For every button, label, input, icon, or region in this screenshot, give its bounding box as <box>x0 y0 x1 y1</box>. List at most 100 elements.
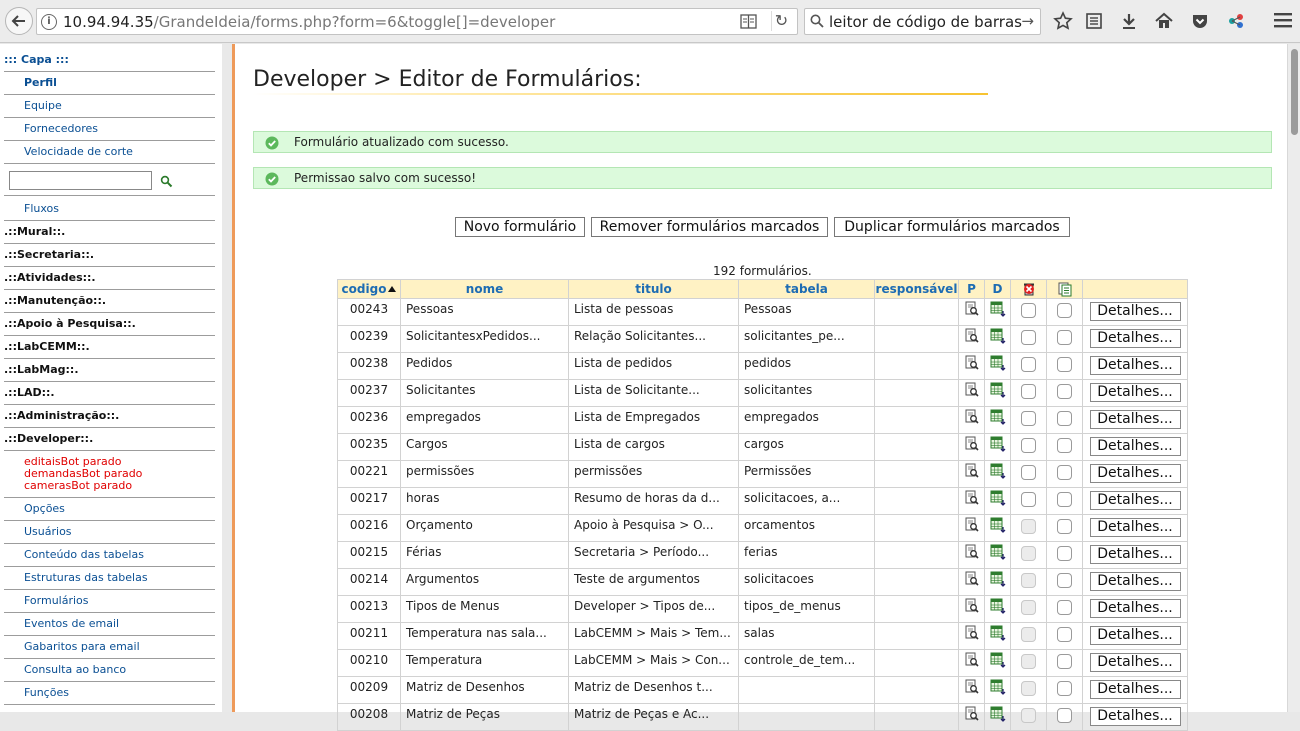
details-button[interactable]: Detalhes... <box>1089 626 1181 645</box>
details-button[interactable]: Detalhes... <box>1089 437 1181 456</box>
csv-download-icon[interactable] <box>990 409 1006 428</box>
column-header-nome[interactable]: nome <box>400 279 569 299</box>
duplicate-checkbox[interactable] <box>1057 438 1072 453</box>
nav-apoio-a-pesquisa[interactable]: .::Apoio à Pesquisa::. <box>4 313 215 336</box>
delete-checkbox[interactable] <box>1021 357 1036 372</box>
csv-download-icon[interactable] <box>990 652 1006 671</box>
details-button[interactable]: Detalhes... <box>1089 680 1181 699</box>
duplicate-checkbox[interactable] <box>1057 411 1072 426</box>
duplicate-checkbox[interactable] <box>1057 627 1072 642</box>
reader-view-icon[interactable] <box>740 14 757 29</box>
nav-opcoes[interactable]: Opções <box>4 498 215 521</box>
csv-download-icon[interactable] <box>990 706 1006 725</box>
preview-icon[interactable] <box>965 652 979 670</box>
nav-mural[interactable]: .::Mural::. <box>4 221 215 244</box>
details-button[interactable]: Detalhes... <box>1089 356 1181 375</box>
details-button[interactable]: Detalhes... <box>1089 518 1181 537</box>
reading-list-icon[interactable] <box>1084 11 1104 31</box>
pocket-icon[interactable] <box>1190 11 1210 31</box>
preview-icon[interactable] <box>965 517 979 535</box>
duplicate-checkbox[interactable] <box>1057 600 1072 615</box>
sidebar-search-input[interactable] <box>9 171 152 190</box>
url-bar[interactable]: i 10.94.94.35/GrandeIdeia/forms.php?form… <box>36 8 798 35</box>
preview-icon[interactable] <box>965 409 979 427</box>
duplicate-checkbox[interactable] <box>1057 303 1072 318</box>
bookmark-star-icon[interactable] <box>1053 11 1073 31</box>
duplicate-checkbox[interactable] <box>1057 708 1072 723</box>
nav-administracao[interactable]: .::Administração::. <box>4 405 215 428</box>
csv-download-icon[interactable] <box>990 625 1006 644</box>
extension-icon[interactable] <box>1226 11 1246 31</box>
column-header-tabela[interactable]: tabela <box>738 279 875 299</box>
nav-funcoes[interactable]: Funções <box>4 682 215 705</box>
duplicate-checkbox[interactable] <box>1057 492 1072 507</box>
csv-download-icon[interactable] <box>990 490 1006 509</box>
csv-download-icon[interactable] <box>990 571 1006 590</box>
preview-icon[interactable] <box>965 463 979 481</box>
preview-icon[interactable] <box>965 490 979 508</box>
csv-download-icon[interactable] <box>990 436 1006 455</box>
preview-icon[interactable] <box>965 598 979 616</box>
preview-icon[interactable] <box>965 301 979 319</box>
scrollbar-thumb[interactable] <box>1291 49 1298 135</box>
remove-selected-forms-button[interactable]: Remover formulários marcados <box>591 217 828 237</box>
nav-velocidade-de-corte[interactable]: Velocidade de corte <box>4 141 215 164</box>
details-button[interactable]: Detalhes... <box>1089 707 1181 726</box>
preview-icon[interactable] <box>965 571 979 589</box>
nav-fluxos[interactable]: Fluxos <box>4 198 215 221</box>
duplicate-checkbox[interactable] <box>1057 654 1072 669</box>
sidebar-search-icon[interactable] <box>160 175 173 188</box>
nav-consulta-ao-banco[interactable]: Consulta ao banco <box>4 659 215 682</box>
csv-download-icon[interactable] <box>990 301 1006 320</box>
csv-download-icon[interactable] <box>990 517 1006 536</box>
nav-secretaria[interactable]: .::Secretaria::. <box>4 244 215 267</box>
nav-lad[interactable]: .::LAD::. <box>4 382 215 405</box>
nav-gabaritos-para-email[interactable]: Gabaritos para email <box>4 636 215 659</box>
preview-icon[interactable] <box>965 625 979 643</box>
preview-icon[interactable] <box>965 355 979 373</box>
delete-checkbox[interactable] <box>1021 465 1036 480</box>
preview-icon[interactable] <box>965 382 979 400</box>
details-button[interactable]: Detalhes... <box>1089 572 1181 591</box>
details-button[interactable]: Detalhes... <box>1089 464 1181 483</box>
nav-usuarios[interactable]: Usuários <box>4 521 215 544</box>
nav-atividades[interactable]: .::Atividades::. <box>4 267 215 290</box>
csv-download-icon[interactable] <box>990 679 1006 698</box>
duplicate-checkbox[interactable] <box>1057 384 1072 399</box>
duplicate-checkbox[interactable] <box>1057 681 1072 696</box>
csv-download-icon[interactable] <box>990 598 1006 617</box>
details-button[interactable]: Detalhes... <box>1089 302 1181 321</box>
column-header-d[interactable]: D <box>984 279 1011 299</box>
delete-checkbox[interactable] <box>1021 438 1036 453</box>
csv-download-icon[interactable] <box>990 355 1006 374</box>
details-button[interactable]: Detalhes... <box>1089 653 1181 672</box>
preview-icon[interactable] <box>965 436 979 454</box>
csv-download-icon[interactable] <box>990 382 1006 401</box>
nav-conteudo-das-tabelas[interactable]: Conteúdo das tabelas <box>4 544 215 567</box>
duplicate-checkbox[interactable] <box>1057 573 1072 588</box>
preview-icon[interactable] <box>965 328 979 346</box>
nav-fornecedores[interactable]: Fornecedores <box>4 118 215 141</box>
preview-icon[interactable] <box>965 679 979 697</box>
details-button[interactable]: Detalhes... <box>1089 329 1181 348</box>
nav-labcemm[interactable]: .::LabCEMM::. <box>4 336 215 359</box>
duplicate-checkbox[interactable] <box>1057 519 1072 534</box>
duplicate-checkbox[interactable] <box>1057 546 1072 561</box>
back-button[interactable] <box>5 7 33 35</box>
details-button[interactable]: Detalhes... <box>1089 545 1181 564</box>
duplicate-checkbox[interactable] <box>1057 330 1072 345</box>
preview-icon[interactable] <box>965 544 979 562</box>
duplicate-checkbox[interactable] <box>1057 357 1072 372</box>
delete-checkbox[interactable] <box>1021 384 1036 399</box>
csv-download-icon[interactable] <box>990 463 1006 482</box>
search-bar[interactable]: leitor de código de barras → <box>804 8 1041 35</box>
details-button[interactable]: Detalhes... <box>1089 599 1181 618</box>
column-header-responsavel[interactable]: responsável <box>874 279 959 299</box>
delete-checkbox[interactable] <box>1021 492 1036 507</box>
download-icon[interactable] <box>1119 11 1139 31</box>
nav-equipe[interactable]: Equipe <box>4 95 215 118</box>
delete-checkbox[interactable] <box>1021 411 1036 426</box>
site-info-icon[interactable]: i <box>41 14 57 30</box>
duplicate-selected-forms-button[interactable]: Duplicar formulários marcados <box>834 217 1070 237</box>
nav-labmag[interactable]: .::LabMag::. <box>4 359 215 382</box>
